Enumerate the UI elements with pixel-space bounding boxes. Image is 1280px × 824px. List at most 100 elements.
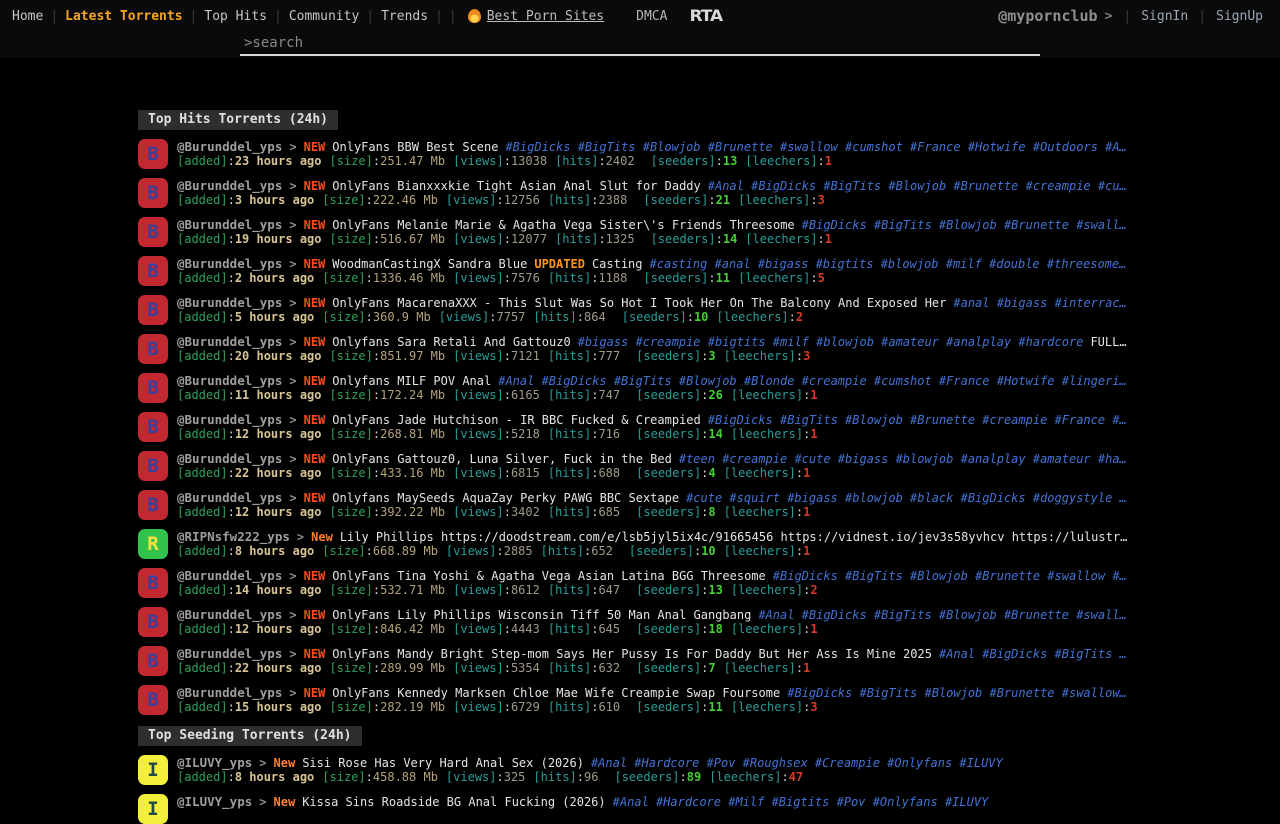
hits-label: [hits] [555,232,598,246]
views-stat: [views]:7121 [453,349,540,363]
torrent-section: Top Seeding Torrents (24h)I@ILUVY_yps>Ne… [138,724,1280,824]
nav-item-home[interactable]: Home [12,9,43,24]
torrent-tags[interactable]: #BigDicks #BigTits #Blowjob #Brunette #s… [787,686,1127,700]
uploader-avatar[interactable]: I [138,794,168,824]
uploader-avatar[interactable]: B [138,607,168,637]
uploader-name[interactable]: @Burunddel_yps [177,685,282,700]
torrent-tags[interactable]: #Anal #Hardcore #Pov #Roughsex #Creampie… [591,756,1003,770]
leechers-value: 3 [810,700,817,714]
promo-label[interactable]: Best Porn Sites [487,9,604,24]
uploader-avatar[interactable]: B [138,256,168,286]
seeders-label: [seeders] [636,661,701,675]
nav-item-top-hits[interactable]: Top Hits [204,9,267,24]
seeders-label: [seeders] [636,583,701,597]
torrent-title[interactable]: OnlyFans BBW Best Scene [332,140,498,154]
signin-link[interactable]: SignIn [1141,9,1188,24]
uploader-name[interactable]: @Burunddel_yps [177,568,282,583]
torrent-tags[interactable]: #cute #squirt #bigass #blowjob #black #B… [686,491,1127,505]
uploader-name[interactable]: @Burunddel_yps [177,607,282,622]
torrent-title[interactable]: OnlyFans Lily Phillips Wisconsin Tiff 50… [332,608,751,622]
uploader-name[interactable]: @RIPNsfw222_yps [177,529,290,544]
uploader-avatar[interactable]: B [138,373,168,403]
uploader-avatar[interactable]: R [138,529,168,559]
torrent-tags[interactable]: #BigDicks #BigTits #Blowjob #Brunette #c… [708,413,1127,427]
uploader-name[interactable]: @ILUVY_yps [177,755,252,770]
torrent-title[interactable]: OnlyFans Gattouz0, Luna Silver, Fuck in … [332,452,672,466]
account-menu[interactable]: @mypornclub [998,7,1097,25]
torrent-title[interactable]: WoodmanCastingX Sandra Blue [332,257,527,271]
dmca-link[interactable]: DMCA [636,9,667,24]
uploader-name[interactable]: @Burunddel_yps [177,139,282,154]
torrent-tags[interactable]: #anal #bigass #interrac… [953,296,1126,310]
uploader-name[interactable]: @Burunddel_yps [177,490,282,505]
row-lines: @Burunddel_yps>NEWOnlyFans Melanie Marie… [177,217,1177,247]
colon: : [504,271,511,285]
flame-icon [468,9,481,23]
uploader-name[interactable]: @Burunddel_yps [177,256,282,271]
uploader-name[interactable]: @Burunddel_yps [177,373,282,388]
hits-stat: [hits]:645 [548,622,620,636]
torrent-row: B@Burunddel_yps>NEWWoodmanCastingX Sandr… [138,256,1280,286]
seeders-value: 21 [716,193,730,207]
nav-item-trends[interactable]: Trends [381,9,428,24]
torrent-title[interactable]: OnlyFans Kennedy Marksen Chloe Mae Wife … [332,686,780,700]
torrent-title[interactable]: OnlyFans Jade Hutchison - IR BBC Fucked … [332,413,700,427]
torrent-title[interactable]: Kissa Sins Roadside BG Anal Fucking (202… [302,795,605,809]
uploader-name[interactable]: @Burunddel_yps [177,412,282,427]
torrent-tags[interactable]: #BigDicks #BigTits #Blowjob #Brunette #s… [505,140,1126,154]
uploader-avatar[interactable]: B [138,490,168,520]
uploader-avatar[interactable]: B [138,412,168,442]
torrent-title[interactable]: Onlyfans MILF POV Anal [332,374,491,388]
uploader-name[interactable]: @Burunddel_yps [177,646,282,661]
torrent-title-line: @Burunddel_yps>NEWOnlyfans MILF POV Anal… [177,373,1177,388]
uploader-name[interactable]: @Burunddel_yps [177,295,282,310]
row-lines: @Burunddel_yps>NEWOnlyFans MacarenaXXX -… [177,295,1177,325]
hits-value: 688 [598,466,620,480]
torrent-tags[interactable]: #BigDicks #BigTits #Blowjob #Brunette #s… [802,218,1127,232]
torrent-tags[interactable]: #BigDicks #BigTits #Blowjob #Brunette #s… [773,569,1127,583]
torrent-tags[interactable]: #Anal #Hardcore #Milf #Bigtits #Pov #Onl… [613,795,989,809]
uploader-name[interactable]: @ILUVY_yps [177,794,252,809]
torrent-title[interactable]: OnlyFans Bianxxxkie Tight Asian Anal Slu… [332,179,700,193]
torrent-title[interactable]: Sisi Rose Has Very Hard Anal Sex (2026) [302,756,584,770]
uploader-avatar[interactable]: I [138,755,168,785]
torrent-title[interactable]: OnlyFans Mandy Bright Step-mom Says Her … [332,647,932,661]
torrent-tags[interactable]: #teen #creampie #cute #bigass #blowjob #… [679,452,1127,466]
torrent-tags[interactable]: #Anal #BigDicks #BigTits #Blowjob #Blond… [498,374,1127,388]
leechers-label: [leechers] [745,232,817,246]
views-stat: [views]:4443 [453,622,540,636]
leechers-label: [leechers] [724,544,796,558]
uploader-avatar[interactable]: B [138,217,168,247]
torrent-title[interactable]: OnlyFans Melanie Marie & Agatha Vega Sis… [332,218,794,232]
uploader-name[interactable]: @Burunddel_yps [177,217,282,232]
signup-link[interactable]: SignUp [1216,9,1263,24]
search-input[interactable] [240,32,1040,56]
torrent-tags[interactable]: #Anal #BigDicks #BigTits … [939,647,1127,661]
uploader-name[interactable]: @Burunddel_yps [177,334,282,349]
uploader-avatar[interactable]: B [138,685,168,715]
torrent-title[interactable]: OnlyFans Tina Yoshi & Agatha Vega Asian … [332,569,765,583]
uploader-avatar[interactable]: B [138,178,168,208]
uploader-name[interactable]: @Burunddel_yps [177,178,282,193]
promo-link[interactable]: Best Porn Sites [468,9,604,24]
torrent-title[interactable]: Lily Phillips https://doodstream.com/e/l… [340,530,1127,544]
torrent-tags[interactable]: #Anal #BigDicks #BigTits #Blowjob #Brune… [758,608,1126,622]
added-value: 20 hours ago [235,349,322,363]
leechers-label: [leechers] [709,770,781,784]
torrent-title-cont[interactable]: Casting [592,257,643,271]
torrent-tags[interactable]: #casting #anal #bigass #bigtits #blowjob… [650,257,1127,271]
uploader-avatar[interactable]: B [138,295,168,325]
torrent-title[interactable]: Onlyfans MaySeeds AquaZay Perky PAWG BBC… [332,491,679,505]
uploader-avatar[interactable]: B [138,334,168,364]
nav-item-community[interactable]: Community [289,9,359,24]
torrent-title[interactable]: OnlyFans MacarenaXXX - This Slut Was So … [332,296,946,310]
uploader-avatar[interactable]: B [138,646,168,676]
uploader-avatar[interactable]: B [138,451,168,481]
uploader-avatar[interactable]: B [138,568,168,598]
uploader-avatar[interactable]: B [138,139,168,169]
nav-item-latest-torrents[interactable]: Latest Torrents [65,9,182,24]
torrent-tags[interactable]: #Anal #BigDicks #BigTits #Blowjob #Brune… [708,179,1127,193]
torrent-title[interactable]: Onlyfans Sara Retali And Gattouz0 [332,335,570,349]
torrent-tags[interactable]: #bigass #creampie #bigtits #milf #blowjo… [578,335,1084,349]
uploader-name[interactable]: @Burunddel_yps [177,451,282,466]
